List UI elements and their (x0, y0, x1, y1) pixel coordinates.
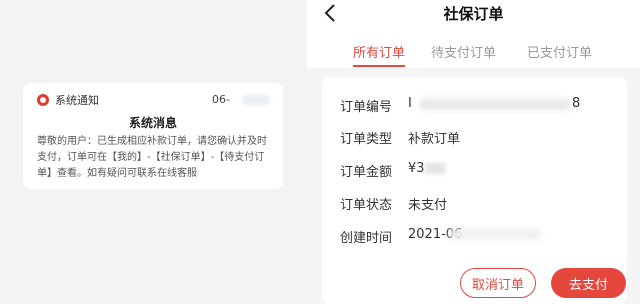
orders-screen: 社保订单 所有订单 待支付订单 已支付订单 订单编号 I 8 订单类型 补款订单… (307, 0, 640, 304)
order-amount-label: 订单金额 (340, 165, 393, 180)
order-number-label: 订单编号 (340, 100, 393, 115)
notification-body: 尊敬的用户：已生成相应补款订单，请您确认并及时支付，订单可在【我的】-【社保订单… (37, 136, 267, 179)
notification-time: 06- (212, 93, 230, 106)
order-number-row: 订单编号 I 8 (340, 96, 580, 115)
created-time-label: 创建时间 (340, 231, 393, 246)
tab-pending-payment[interactable]: 待支付订单 (431, 42, 496, 61)
redacted-time (242, 95, 270, 105)
notification-app-name: 系统通知 (55, 94, 99, 107)
order-type-label: 订单类型 (340, 132, 393, 147)
created-time-row: 创建时间 2021-06 (340, 227, 540, 246)
cancel-order-button[interactable]: 取消订单 (460, 268, 536, 298)
tab-paid[interactable]: 已支付订单 (527, 42, 592, 61)
order-status-label: 订单状态 (340, 198, 393, 213)
order-type-value: 补款订单 (408, 132, 461, 147)
notification-card[interactable]: 系统通知 06- 系统消息 尊敬的用户：已生成相应补款订单，请您确认并及时支付，… (23, 83, 283, 189)
notification-panel: 系统通知 06- 系统消息 尊敬的用户：已生成相应补款订单，请您确认并及时支付，… (0, 0, 307, 304)
order-number-value: I (408, 96, 412, 111)
tab-all-orders[interactable]: 所有订单 (353, 42, 405, 61)
top-bar: 社保订单 (307, 0, 640, 32)
order-card: 订单编号 I 8 订单类型 补款订单 订单金额 ¥3 订单状态 未支付 创建时间… (322, 77, 627, 304)
notification-title: 系统消息 (128, 116, 177, 130)
pay-button[interactable]: 去支付 (551, 268, 626, 298)
page-title: 社保订单 (443, 5, 504, 23)
redacted-created-time (450, 229, 540, 240)
redacted-order-number (420, 99, 570, 110)
notification-header: 系统通知 (37, 91, 99, 109)
active-tab-indicator (353, 65, 405, 67)
order-number-tail: 8 (572, 96, 581, 111)
order-status-row: 订单状态 未支付 (340, 194, 447, 213)
order-type-row: 订单类型 补款订单 (340, 128, 460, 147)
redacted-amount (425, 163, 445, 174)
order-amount-value: ¥3 (408, 161, 425, 176)
app-logo-icon (37, 94, 49, 106)
order-status-value: 未支付 (408, 198, 448, 213)
order-tabs: 所有订单 待支付订单 已支付订单 (307, 32, 640, 68)
order-amount-row: 订单金额 ¥3 (340, 161, 445, 180)
